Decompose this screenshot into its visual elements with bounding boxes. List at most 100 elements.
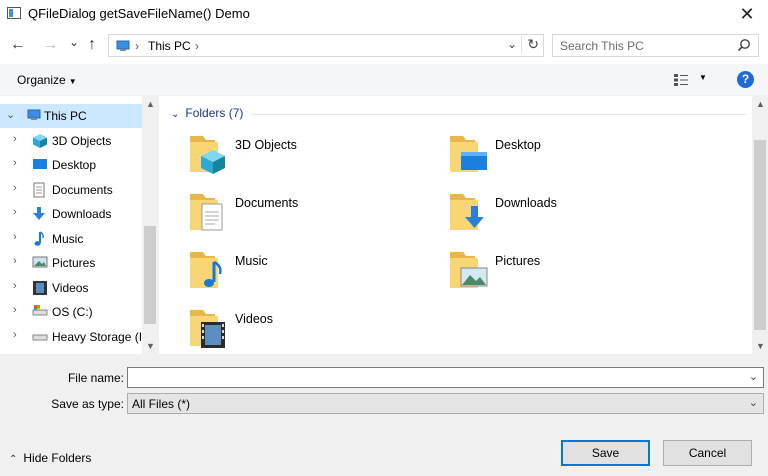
scroll-down-icon[interactable]: ▼	[146, 341, 155, 351]
folder-name: Pictures	[495, 254, 541, 268]
sidebar-item-label: This PC	[44, 109, 87, 123]
collapsed-chevron-icon[interactable]: ›	[13, 133, 17, 145]
collapsed-chevron-icon[interactable]: ›	[13, 206, 17, 218]
breadcrumb-chevron-icon[interactable]: ›	[135, 39, 139, 53]
sidebar-item-os-c[interactable]: › OS (C:)	[0, 300, 142, 324]
filename-label: File name:	[67, 371, 124, 385]
folder-music-icon	[190, 252, 222, 288]
address-row: ← → ⌄ ↑ › This PC › ⌄ ↻ Search This PC	[0, 28, 768, 64]
cube-icon	[33, 134, 47, 148]
sidebar-item-label: Heavy Storage (I	[52, 330, 143, 344]
collapsed-chevron-icon[interactable]: ›	[13, 182, 17, 194]
folder-tile-desktop[interactable]: Desktop	[449, 132, 689, 184]
command-bar: Organize ▼ ▼ ?	[0, 64, 768, 95]
save-type-select[interactable]: All Files (*) ⌄	[127, 393, 764, 414]
picture-icon	[32, 256, 48, 268]
folder-downloads-icon	[450, 194, 484, 230]
sidebar-item-label: Pictures	[52, 256, 96, 270]
forward-icon[interactable]: →	[42, 36, 58, 54]
view-options-icon[interactable]	[673, 73, 689, 87]
folder-tile-documents[interactable]: Documents	[189, 190, 429, 242]
hide-folders-label: Hide Folders	[23, 451, 92, 465]
scrollbar-thumb[interactable]	[754, 140, 766, 330]
sidebar-item-documents[interactable]: › Documents	[0, 178, 142, 202]
sidebar-item-pictures[interactable]: › Pictures	[0, 251, 142, 275]
sidebar-item-downloads[interactable]: › Downloads	[0, 202, 142, 226]
app-icon	[7, 7, 21, 19]
dropdown-arrow-icon: ▼	[68, 77, 77, 86]
collapsed-chevron-icon[interactable]: ›	[13, 157, 17, 169]
back-icon[interactable]: ←	[10, 36, 26, 54]
drive-icon	[32, 305, 48, 316]
navigation-pane: ⌄ This PC › 3D Objects › Desktop › Docum…	[0, 96, 158, 354]
breadcrumb-this-pc[interactable]: This PC	[148, 39, 191, 53]
folder-tile-3d-objects[interactable]: 3D Objects	[189, 132, 429, 184]
collapsed-chevron-icon[interactable]: ›	[13, 280, 17, 292]
breadcrumb-chevron-icon[interactable]: ›	[195, 39, 199, 53]
chevron-up-icon: ⌃	[9, 454, 18, 465]
sidebar-item-label: Music	[52, 232, 84, 246]
folder-tile-videos[interactable]: Videos	[189, 306, 429, 354]
up-icon[interactable]: ↑	[88, 36, 96, 54]
folder-pictures-icon	[450, 252, 488, 288]
sidebar-item-this-pc[interactable]: ⌄ This PC	[0, 104, 142, 128]
folder-name: Music	[235, 254, 268, 268]
folder-documents-icon	[190, 194, 223, 231]
desktop-icon	[33, 159, 47, 169]
group-collapse-icon[interactable]: ⌄	[171, 109, 179, 120]
sidebar-item-label: 3D Objects	[52, 134, 112, 148]
sidebar-item-heavy-storage[interactable]: › Heavy Storage (I	[0, 325, 142, 349]
recent-locations-icon[interactable]: ⌄	[69, 35, 79, 49]
save-type-value: All Files (*)	[132, 397, 191, 411]
folder-name: Documents	[235, 196, 299, 210]
organize-label: Organize	[17, 73, 66, 87]
save-form: File name: ⌄ Save as type: All Files (*)…	[0, 354, 768, 476]
sidebar-item-3d-objects[interactable]: › 3D Objects	[0, 129, 142, 153]
scroll-down-icon[interactable]: ▼	[756, 341, 765, 351]
sidebar-item-label: Videos	[52, 281, 89, 295]
cancel-button[interactable]: Cancel	[663, 440, 752, 466]
sidebar-item-music[interactable]: › Music	[0, 227, 142, 251]
scrollbar-thumb[interactable]	[144, 226, 156, 324]
address-dropdown-icon[interactable]: ⌄	[507, 37, 517, 51]
sidebar-scrollbar[interactable]: ▲ ▼	[142, 96, 158, 354]
folder-tile-downloads[interactable]: Downloads	[449, 190, 689, 242]
save-button[interactable]: Save	[561, 440, 650, 466]
sidebar-item-label: Documents	[52, 183, 113, 197]
expanded-chevron-icon[interactable]: ⌄	[6, 108, 15, 121]
scroll-up-icon[interactable]: ▲	[146, 99, 155, 109]
filename-input[interactable]: ⌄	[127, 367, 764, 388]
collapsed-chevron-icon[interactable]: ›	[13, 255, 17, 267]
folder-tile-pictures[interactable]: Pictures	[449, 248, 689, 300]
address-bar[interactable]: › This PC › ⌄ ↻	[108, 34, 544, 57]
folder-name: Desktop	[495, 138, 541, 152]
content-scrollbar[interactable]: ▲ ▼	[752, 96, 768, 354]
scroll-up-icon[interactable]: ▲	[756, 99, 765, 109]
folder-view: ⌄ Folders (7) 3D Objects Desktop Document…	[159, 96, 768, 354]
hide-folders-button[interactable]: ⌃ Hide Folders	[9, 451, 91, 465]
sidebar-item-desktop[interactable]: › Desktop	[0, 153, 142, 177]
document-icon	[33, 182, 45, 198]
sidebar-item-videos[interactable]: › Videos	[0, 276, 142, 300]
refresh-icon[interactable]: ↻	[521, 36, 539, 53]
collapsed-chevron-icon[interactable]: ›	[13, 231, 17, 243]
group-divider	[251, 114, 746, 115]
organize-button[interactable]: Organize ▼	[17, 73, 77, 87]
group-title: Folders (7)	[185, 106, 244, 120]
download-icon	[33, 207, 45, 220]
chevron-down-icon[interactable]: ⌄	[749, 396, 758, 409]
collapsed-chevron-icon[interactable]: ›	[13, 304, 17, 316]
search-placeholder: Search This PC	[560, 39, 644, 53]
computer-icon	[116, 40, 130, 51]
view-dropdown-icon[interactable]: ▼	[699, 73, 707, 82]
computer-icon	[27, 109, 41, 120]
chevron-down-icon[interactable]: ⌄	[749, 370, 758, 383]
help-icon[interactable]: ?	[737, 71, 754, 88]
save-type-label: Save as type:	[51, 397, 124, 411]
sidebar-item-label: OS (C:)	[52, 305, 93, 319]
folder-tile-music[interactable]: Music	[189, 248, 429, 300]
search-input[interactable]: Search This PC	[552, 34, 759, 57]
folders-group-header[interactable]: ⌄ Folders (7)	[171, 106, 243, 120]
close-icon[interactable]: ✕	[734, 2, 760, 26]
collapsed-chevron-icon[interactable]: ›	[13, 329, 17, 341]
